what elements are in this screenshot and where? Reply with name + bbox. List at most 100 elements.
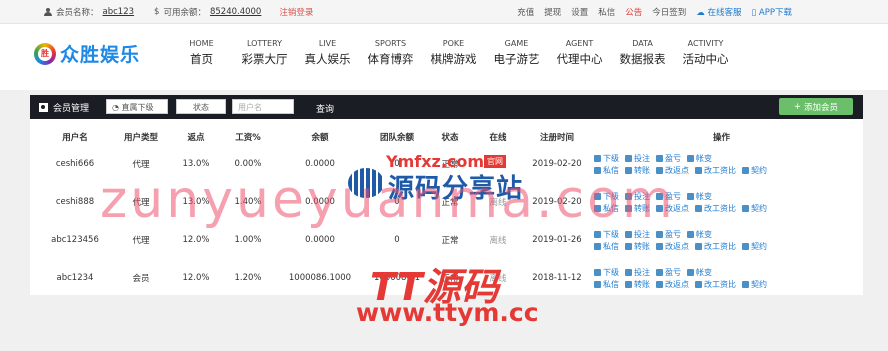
settings-link[interactable]: 设置	[571, 6, 588, 18]
nav-data[interactable]: DATA 数据报表	[611, 39, 674, 67]
nav-sports[interactable]: SPORTS 体育博弈	[359, 39, 422, 67]
edit-rebate-action[interactable]: 改返点	[656, 279, 689, 290]
col-balance: 余额	[311, 133, 329, 143]
member-name[interactable]: abc123	[103, 7, 135, 17]
profit-action[interactable]: 盈亏	[656, 229, 681, 240]
edit-wage-icon	[695, 204, 702, 212]
subordinate-action[interactable]: 下级	[594, 191, 619, 202]
contract-icon	[742, 280, 749, 288]
account-change-action[interactable]: 帐变	[687, 229, 712, 240]
nav-activity[interactable]: ACTIVITY 活动中心	[674, 39, 737, 67]
subordinate-action[interactable]: 下级	[594, 267, 619, 278]
edit-rebate-icon	[656, 242, 663, 250]
level-select[interactable]: ◔ 直属下级	[106, 99, 168, 114]
nav-agent[interactable]: AGENT 代理中心	[548, 39, 611, 67]
edit-rebate-action[interactable]: 改返点	[656, 241, 689, 252]
nav-game[interactable]: GAME 电子游艺	[485, 39, 548, 67]
account-change-action[interactable]: 帐变	[687, 153, 712, 164]
member-label: 会员名称：	[56, 8, 99, 18]
status-select[interactable]: 状态	[176, 99, 226, 114]
action-line: 私信 转账 改返点 改工资比 契约	[594, 240, 855, 252]
edit-rebate-action[interactable]: 改返点	[656, 165, 689, 176]
transfer-action[interactable]: 转账	[625, 165, 650, 176]
action-line: 下级 投注 盈亏 帐变	[594, 190, 855, 202]
toolbar-title-text: 会员管理	[53, 104, 90, 114]
transfer-label: 转账	[634, 203, 650, 213]
announcement-link[interactable]: 公告	[625, 6, 642, 18]
edit-rebate-action[interactable]: 改返点	[656, 203, 689, 214]
customer-service-link[interactable]: ☁ 在线客服	[696, 6, 741, 18]
profit-label: 盈亏	[665, 153, 681, 163]
withdraw-link[interactable]: 提现	[544, 6, 561, 18]
bets-action[interactable]: 投注	[625, 229, 650, 240]
message-link[interactable]: 私信	[598, 6, 615, 18]
edit-wage-action[interactable]: 改工资比	[695, 165, 736, 176]
transfer-icon	[625, 166, 632, 174]
contract-action[interactable]: 契约	[742, 279, 767, 290]
account-change-label: 帐变	[696, 191, 712, 201]
edit-rebate-icon	[656, 166, 663, 174]
profit-action[interactable]: 盈亏	[656, 191, 681, 202]
profit-action[interactable]: 盈亏	[656, 153, 681, 164]
nav-live[interactable]: LIVE 真人娱乐	[296, 39, 359, 67]
edit-wage-action[interactable]: 改工资比	[695, 241, 736, 252]
cell-status: 正常	[441, 198, 459, 208]
edit-wage-action[interactable]: 改工资比	[695, 279, 736, 290]
message-action[interactable]: 私信	[594, 203, 619, 214]
username-input[interactable]: 用户名	[232, 99, 294, 114]
account-change-action[interactable]: 帐变	[687, 267, 712, 278]
site-logo[interactable]: 胜 众胜娱乐	[34, 40, 140, 67]
balance-value[interactable]: 85240.4000	[210, 7, 261, 17]
add-member-button[interactable]: + 添加会员	[779, 98, 853, 115]
balance-label: 可用余额：	[163, 8, 206, 18]
message-action[interactable]: 私信	[594, 165, 619, 176]
transfer-action[interactable]: 转账	[625, 241, 650, 252]
nav-home[interactable]: HOME 首页	[170, 39, 233, 67]
subordinate-icon	[594, 230, 601, 238]
edit-wage-icon	[695, 166, 702, 174]
col-type: 用户类型	[123, 133, 158, 143]
contract-action[interactable]: 契约	[742, 203, 767, 214]
message-action[interactable]: 私信	[594, 241, 619, 252]
bets-action[interactable]: 投注	[625, 267, 650, 278]
transfer-icon	[625, 204, 632, 212]
cell-balance: 0.0000	[305, 197, 335, 207]
nav-en: LOTTERY	[246, 39, 283, 48]
edit-wage-action[interactable]: 改工资比	[695, 203, 736, 214]
message-action[interactable]: 私信	[594, 279, 619, 290]
logout-link[interactable]: 注销登录	[279, 6, 313, 18]
contract-label: 契约	[751, 279, 767, 289]
checkin-link[interactable]: 今日签到	[652, 6, 686, 18]
nav-poke[interactable]: POKE 棋牌游戏	[422, 39, 485, 67]
query-button[interactable]: 查询	[316, 102, 334, 115]
user-icon	[44, 8, 52, 16]
app-download-link[interactable]: ▯ APP下载	[752, 6, 792, 18]
subordinate-action[interactable]: 下级	[594, 153, 619, 164]
bets-action[interactable]: 投注	[625, 191, 650, 202]
recharge-link[interactable]: 充值	[517, 6, 534, 18]
account-change-icon	[687, 192, 694, 200]
member-toolbar: 会员管理 ◔ 直属下级 状态 用户名 查询 + 添加会员	[30, 95, 863, 119]
transfer-action[interactable]: 转账	[625, 203, 650, 214]
cell-wage: 1.00%	[234, 235, 262, 245]
contract-action[interactable]: 契约	[742, 241, 767, 252]
cell-team-balance: 0	[394, 197, 400, 207]
row-actions: 下级 投注 盈亏 帐变私信 转账 改返点 改工资比 契约	[588, 183, 855, 221]
bets-icon	[625, 192, 632, 200]
nav-lottery[interactable]: LOTTERY 彩票大厅	[233, 39, 296, 67]
contract-action[interactable]: 契约	[742, 165, 767, 176]
message-icon	[594, 280, 601, 288]
nav-cn: 彩票大厅	[241, 52, 288, 66]
profit-label: 盈亏	[665, 229, 681, 239]
subordinate-action[interactable]: 下级	[594, 229, 619, 240]
transfer-action[interactable]: 转账	[625, 279, 650, 290]
profit-action[interactable]: 盈亏	[656, 267, 681, 278]
edit-rebate-label: 改返点	[665, 203, 689, 213]
profit-label: 盈亏	[665, 267, 681, 277]
action-line: 下级 投注 盈亏 帐变	[594, 266, 855, 278]
action-line: 私信 转账 改返点 改工资比 契约	[594, 278, 855, 290]
nav-en: AGENT	[565, 39, 594, 48]
bets-action[interactable]: 投注	[625, 153, 650, 164]
account-change-action[interactable]: 帐变	[687, 191, 712, 202]
top-links: 充值 提现 设置 私信 公告 今日签到 ☁ 在线客服 ▯ APP下载	[517, 6, 792, 18]
